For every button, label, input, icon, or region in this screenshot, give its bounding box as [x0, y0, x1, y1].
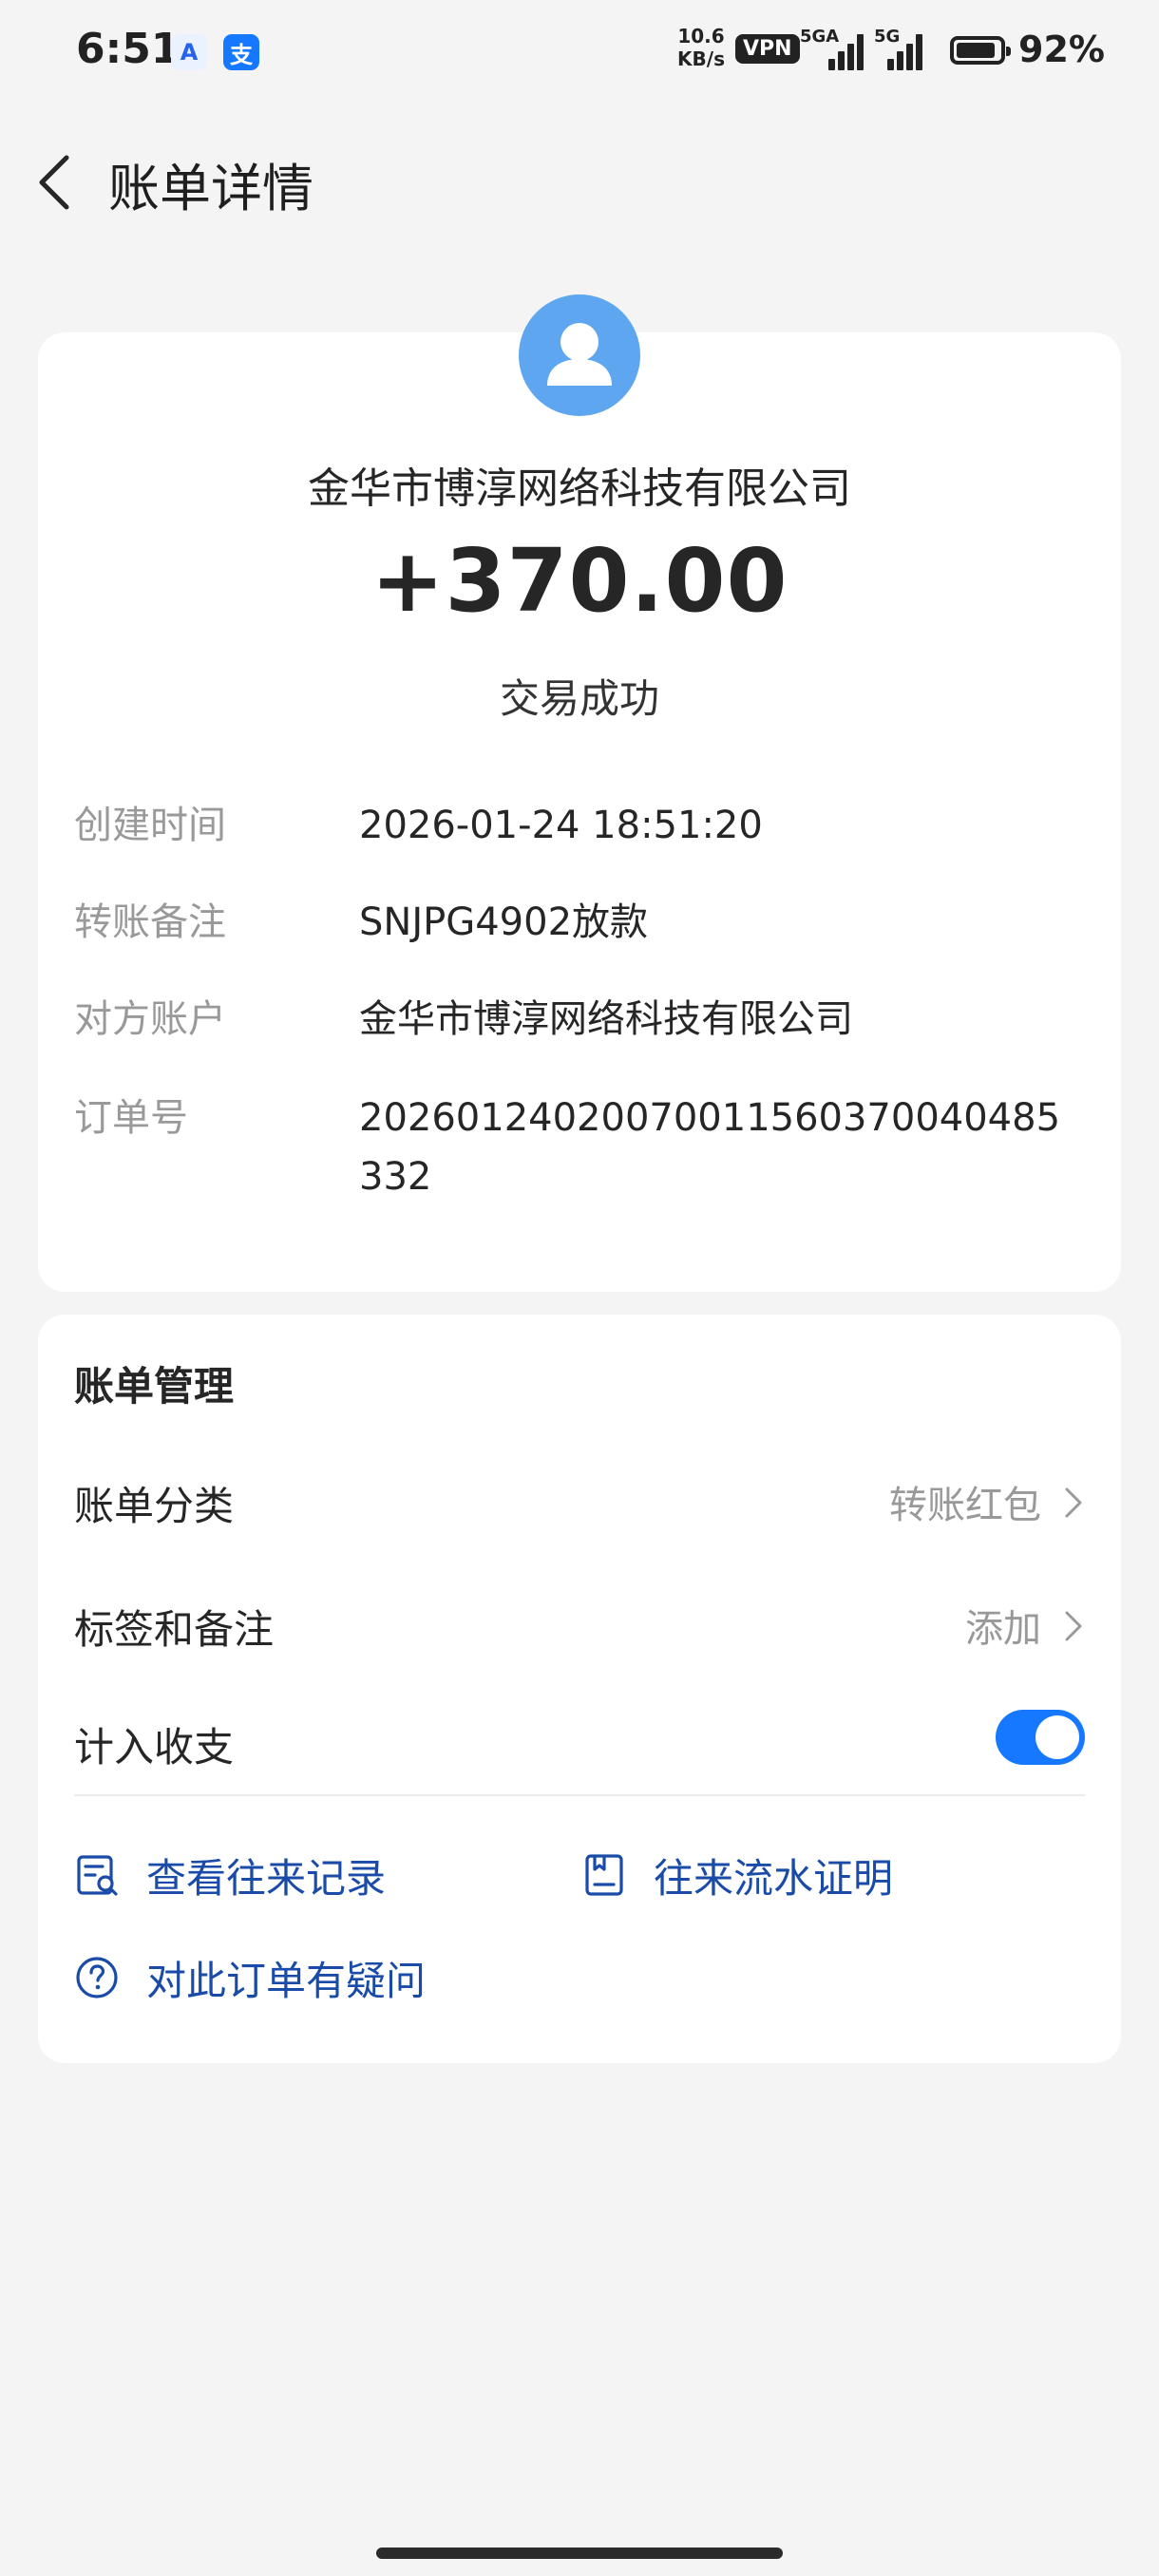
battery-icon	[950, 36, 1011, 65]
transaction-amount: +370.00	[370, 530, 788, 632]
transaction-flow-certificate-link[interactable]: 往来流水证明	[581, 1847, 893, 1904]
alipay-notification-icon: 支	[223, 34, 259, 70]
signal-5g-label: 5G	[874, 27, 901, 47]
chevron-right-icon	[1065, 1487, 1082, 1518]
row-label: 标签和备注	[74, 1606, 275, 1653]
detail-label: 订单号	[74, 1096, 188, 1140]
row-label: 账单分类	[74, 1483, 235, 1529]
home-indicator[interactable]	[376, 2548, 783, 2559]
toggle-knob	[1036, 1715, 1079, 1759]
link-label: 往来流水证明	[654, 1854, 894, 1902]
avatar	[519, 294, 640, 416]
network-speed-unit: KB/s	[677, 47, 725, 70]
detail-label: 转账备注	[74, 900, 226, 944]
signal-bar	[887, 59, 894, 70]
transaction-status: 交易成功	[499, 675, 659, 722]
network-speed: 10.6 KB/s	[673, 25, 730, 70]
user-silhouette-icon	[547, 323, 612, 386]
detail-label: 对方账户	[74, 997, 226, 1041]
detail-value: 金华市博淳网络科技有限公司	[359, 997, 853, 1041]
battery-fill	[957, 43, 995, 58]
status-bar: 6:51 A 支 10.6 KB/s VPN 5GA 5G 92%	[0, 0, 1159, 104]
notification-app-icon: A	[171, 34, 207, 70]
signal-bar	[838, 51, 845, 70]
back-arrow-icon[interactable]	[34, 152, 76, 213]
signal-bar	[916, 34, 922, 70]
counterparty-name: 金华市博淳网络科技有限公司	[308, 464, 851, 513]
order-question-link[interactable]: 对此订单有疑问	[74, 1949, 426, 2006]
row-bill-category[interactable]: 账单分类 转账红包	[74, 1465, 1085, 1541]
signal-bar	[897, 51, 903, 70]
question-icon	[76, 1957, 118, 1998]
link-label: 查看往来记录	[146, 1854, 387, 1902]
transaction-detail-card: 金华市博淳网络科技有限公司 +370.00 交易成功 创建时间 2026-01-…	[38, 332, 1121, 1292]
row-include-in-stats: 计入收支	[74, 1706, 1085, 1782]
signal-5ga-icon: 5GA	[800, 27, 866, 70]
signal-5g-icon: 5G	[874, 27, 940, 70]
row-value: 转账红包	[889, 1484, 1041, 1527]
signal-bar	[906, 44, 913, 70]
battery-nub	[1006, 47, 1011, 56]
divider	[74, 1794, 1085, 1796]
bill-management-card: 账单管理 账单分类 转账红包 标签和备注 添加 计入收支 查看往来记录 往来流水…	[38, 1315, 1121, 2063]
signal-5ga-label: 5GA	[800, 27, 840, 47]
signal-bar	[828, 59, 835, 70]
page-title: 账单详情	[108, 159, 314, 218]
row-label: 计入收支	[74, 1724, 235, 1771]
signal-bar	[857, 34, 864, 70]
chevron-right-icon	[1065, 1611, 1082, 1641]
section-title: 账单管理	[74, 1363, 235, 1410]
detail-value: SNJPG4902放款	[359, 900, 649, 944]
detail-value: 2026-01-24 18:51:20	[359, 804, 763, 847]
row-value: 添加	[965, 1607, 1041, 1651]
record-search-icon	[77, 1855, 118, 1896]
vpn-badge: VPN	[735, 34, 800, 64]
row-tags-and-notes[interactable]: 标签和备注 添加	[74, 1588, 1085, 1664]
network-speed-value: 10.6	[677, 25, 725, 47]
certificate-icon	[585, 1854, 623, 1896]
include-in-stats-toggle[interactable]	[996, 1710, 1085, 1765]
status-time: 6:51	[76, 25, 180, 73]
view-transaction-history-link[interactable]: 查看往来记录	[74, 1847, 386, 1904]
detail-label: 创建时间	[74, 804, 226, 847]
navigation-header: 账单详情	[0, 123, 1159, 237]
link-label: 对此订单有疑问	[146, 1957, 427, 2004]
signal-bar	[847, 44, 854, 70]
order-number-value: 20260124020070011560370040485332	[359, 1096, 1061, 1199]
battery-percent: 92%	[1018, 28, 1105, 70]
